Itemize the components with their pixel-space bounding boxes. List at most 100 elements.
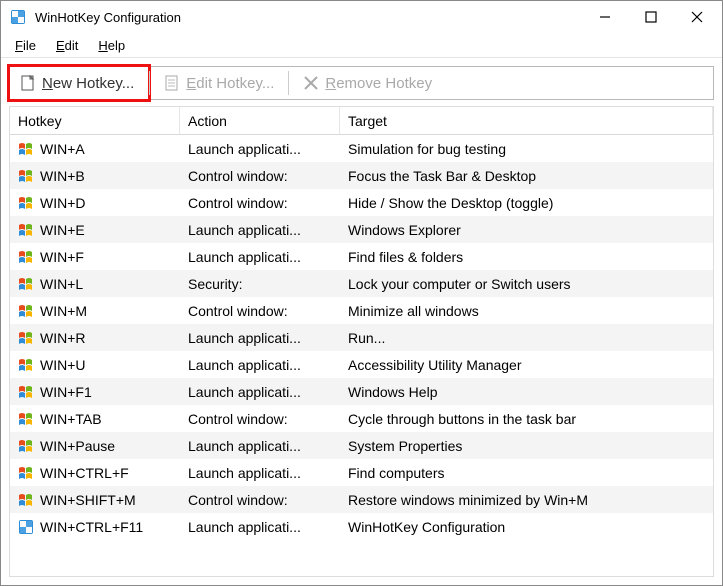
column-header-row: Hotkey Action Target <box>10 107 713 135</box>
windows-flag-icon <box>18 384 34 400</box>
menu-bar: FileEditHelp <box>1 33 722 58</box>
table-row[interactable]: WIN+M Control window:Minimize all windows <box>10 297 713 324</box>
hotkey-text: WIN+SHIFT+M <box>40 492 136 508</box>
target-cell: Windows Help <box>340 384 713 400</box>
column-header-hotkey[interactable]: Hotkey <box>10 107 180 134</box>
hotkey-text: WIN+L <box>40 276 83 292</box>
action-cell: Launch applicati... <box>180 384 340 400</box>
target-cell: Minimize all windows <box>340 303 713 319</box>
table-row[interactable]: WIN+ALaunch applicati...Simulation for b… <box>10 135 713 162</box>
table-row[interactable]: WIN+Pause Launch applicati...System Prope… <box>10 432 713 459</box>
table-row[interactable]: WIN+F Launch applicati...Find files & fol… <box>10 243 713 270</box>
target-cell: Find computers <box>340 465 713 481</box>
target-cell: WinHotKey Configuration <box>340 519 713 535</box>
hotkey-text: WIN+TAB <box>40 411 102 427</box>
hotkey-text: WIN+M <box>40 303 87 319</box>
action-cell: Launch applicati... <box>180 438 340 454</box>
target-cell: Run... <box>340 330 713 346</box>
target-cell: Restore windows minimized by Win+M <box>340 492 713 508</box>
hotkey-cell: WIN+Pause <box>10 438 180 454</box>
windows-flag-icon <box>18 168 34 184</box>
action-cell: Launch applicati... <box>180 141 340 157</box>
remove-x-icon <box>303 75 319 91</box>
action-cell: Control window: <box>180 195 340 211</box>
new-hotkey-button[interactable]: New Hotkey... <box>9 66 149 100</box>
table-row[interactable]: WIN+CTRL+F11 Launch applicati...WinHotKey… <box>10 513 713 540</box>
target-cell: System Properties <box>340 438 713 454</box>
hotkey-text: WIN+B <box>40 168 85 184</box>
hotkey-text: WIN+E <box>40 222 85 238</box>
hotkey-cell: WIN+M <box>10 303 180 319</box>
toolbar: New Hotkey... Edit Hotkey... Remove Hotk… <box>9 66 714 100</box>
action-cell: Launch applicati... <box>180 519 340 535</box>
target-cell: Lock your computer or Switch users <box>340 276 713 292</box>
action-cell: Security: <box>180 276 340 292</box>
action-cell: Launch applicati... <box>180 357 340 373</box>
windows-flag-icon <box>18 330 34 346</box>
new-hotkey-label: New Hotkey... <box>42 75 134 92</box>
windows-flag-icon <box>18 492 34 508</box>
action-cell: Control window: <box>180 411 340 427</box>
windows-flag-icon <box>18 222 34 238</box>
target-cell: Simulation for bug testing <box>340 141 713 157</box>
table-row[interactable]: WIN+L Security:Lock your computer or Swit… <box>10 270 713 297</box>
column-header-action[interactable]: Action <box>180 107 340 134</box>
target-cell: Accessibility Utility Manager <box>340 357 713 373</box>
windows-flag-icon <box>18 465 34 481</box>
hotkey-cell: WIN+D <box>10 195 180 211</box>
target-cell: Hide / Show the Desktop (toggle) <box>340 195 713 211</box>
hotkey-cell: WIN+E <box>10 222 180 238</box>
column-header-target[interactable]: Target <box>340 107 713 134</box>
window-title: WinHotKey Configuration <box>35 10 582 25</box>
action-cell: Launch applicati... <box>180 465 340 481</box>
windows-flag-icon <box>18 438 34 454</box>
menu-edit[interactable]: Edit <box>46 35 88 56</box>
table-row[interactable]: WIN+ULaunch applicati...Accessibility Ut… <box>10 351 713 378</box>
hotkey-text: WIN+F1 <box>40 384 92 400</box>
hotkey-cell: WIN+U <box>10 357 180 373</box>
windows-flag-icon <box>18 411 34 427</box>
edit-hotkey-button[interactable]: Edit Hotkey... <box>150 67 288 99</box>
winhotkey-icon <box>18 519 34 535</box>
hotkey-text: WIN+F <box>40 249 84 265</box>
remove-hotkey-label: Remove Hotkey <box>325 75 432 92</box>
table-row[interactable]: WIN+TAB Control window:Cycle through butt… <box>10 405 713 432</box>
table-row[interactable]: WIN+ELaunch applicati...Windows Explorer <box>10 216 713 243</box>
close-button[interactable] <box>674 1 720 33</box>
windows-flag-icon <box>18 303 34 319</box>
target-cell: Find files & folders <box>340 249 713 265</box>
table-row[interactable]: WIN+F1 Launch applicati...Windows Help <box>10 378 713 405</box>
hotkey-text: WIN+D <box>40 195 86 211</box>
hotkey-text: WIN+CTRL+F11 <box>40 519 143 535</box>
edit-hotkey-label: Edit Hotkey... <box>186 75 274 92</box>
hotkey-text: WIN+Pause <box>40 438 115 454</box>
hotkey-list: Hotkey Action Target WIN+ALaunch applica… <box>9 106 714 577</box>
menu-file[interactable]: File <box>5 35 46 56</box>
hotkey-cell: WIN+A <box>10 141 180 157</box>
table-row[interactable]: WIN+RLaunch applicati...Run... <box>10 324 713 351</box>
target-cell: Windows Explorer <box>340 222 713 238</box>
hotkey-cell: WIN+B <box>10 168 180 184</box>
table-row[interactable]: WIN+CTRL+F Launch applicati...Find comput… <box>10 459 713 486</box>
minimize-button[interactable] <box>582 1 628 33</box>
target-cell: Focus the Task Bar & Desktop <box>340 168 713 184</box>
hotkey-text: WIN+CTRL+F <box>40 465 129 481</box>
hotkey-cell: WIN+R <box>10 330 180 346</box>
target-cell: Cycle through buttons in the task bar <box>340 411 713 427</box>
action-cell: Launch applicati... <box>180 330 340 346</box>
hotkey-cell: WIN+F <box>10 249 180 265</box>
windows-flag-icon <box>18 141 34 157</box>
table-row[interactable]: WIN+BControl window:Focus the Task Bar &… <box>10 162 713 189</box>
hotkey-rows: WIN+ALaunch applicati...Simulation for b… <box>10 135 713 576</box>
title-bar: WinHotKey Configuration <box>1 1 722 33</box>
action-cell: Launch applicati... <box>180 249 340 265</box>
action-cell: Control window: <box>180 303 340 319</box>
hotkey-cell: WIN+TAB <box>10 411 180 427</box>
table-row[interactable]: WIN+D Control window:Hide / Show the Desk… <box>10 189 713 216</box>
menu-help[interactable]: Help <box>88 35 135 56</box>
maximize-button[interactable] <box>628 1 674 33</box>
app-icon <box>9 8 27 26</box>
table-row[interactable]: WIN+SHIFT+MControl window:Restore window… <box>10 486 713 513</box>
remove-hotkey-button[interactable]: Remove Hotkey <box>289 67 446 99</box>
hotkey-cell: WIN+L <box>10 276 180 292</box>
